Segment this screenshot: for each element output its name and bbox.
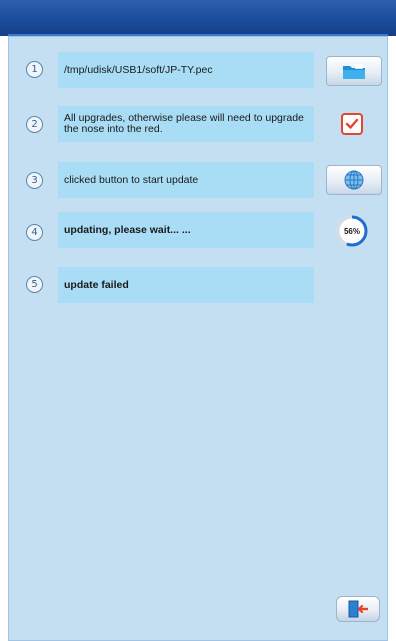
update-progress-ring: 56% [335,214,369,248]
exit-door-icon [348,600,368,618]
step-2-number: 2 [26,116,43,133]
folder-icon [343,64,365,79]
start-update-field: clicked button to start update [58,162,314,198]
step-3-number: 3 [26,172,43,189]
step-1-number: 1 [26,61,43,78]
browse-file-button[interactable] [326,56,382,86]
step-5-number: 5 [26,276,43,293]
upgrade-checkbox[interactable] [341,113,363,135]
globe-update-icon [344,170,364,190]
update-result-field: update failed [58,267,314,303]
check-icon [345,118,359,129]
upgrade-notice-field: All upgrades, otherwise please will need… [58,106,314,142]
step-4-number: 4 [26,224,43,241]
file-path-field: /tmp/udisk/USB1/soft/JP-TY.pec [58,52,314,88]
updating-status-field: updating, please wait... ... [58,212,314,248]
upgrade-panel: 1 /tmp/udisk/USB1/soft/JP-TY.pec 2 All u… [8,36,388,641]
start-update-button[interactable] [326,165,382,195]
exit-button[interactable] [336,596,380,622]
progress-percent: 56% [343,226,360,236]
title-bar [0,0,396,36]
